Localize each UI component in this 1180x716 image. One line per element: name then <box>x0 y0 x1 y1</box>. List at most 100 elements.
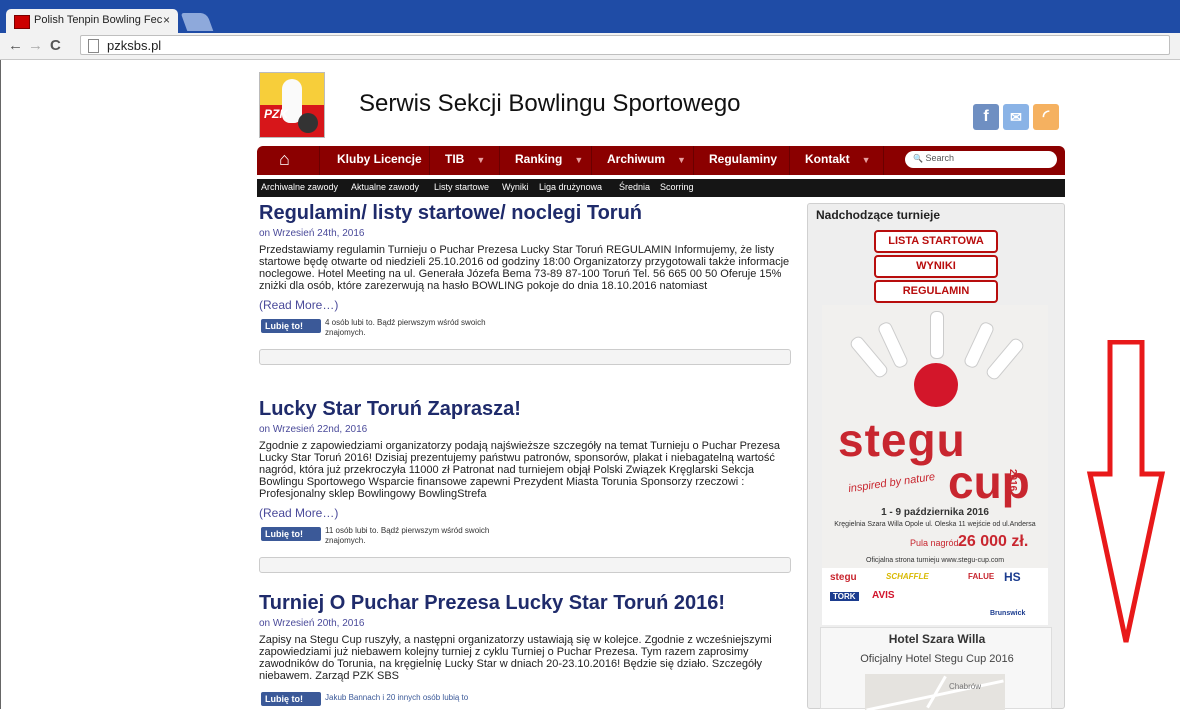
search-input[interactable]: 🔍 Search <box>905 151 1057 168</box>
menu-label: TIB <box>445 152 465 166</box>
facebook-like-button[interactable]: Lubię to! <box>261 692 321 706</box>
bowling-pin-icon <box>962 320 996 370</box>
browser-tab-bar: Polish Tenpin Bowling Fec × <box>0 0 1180 33</box>
favicon-icon <box>14 15 30 29</box>
blog-post: Turniej O Puchar Prezesa Lucky Star Toru… <box>259 592 791 716</box>
poster-dates: 1 - 9 października 2016 <box>881 507 989 518</box>
page-icon <box>88 39 99 53</box>
lista-startowa-button[interactable]: LISTA STARTOWA <box>874 230 998 253</box>
sidebar-upcoming-tournaments: Nadchodzące turnieje LISTA STARTOWA WYNI… <box>807 203 1065 712</box>
search-placeholder: Search <box>925 153 955 163</box>
sponsor-logo: FALUE <box>968 572 995 581</box>
forward-arrow-icon[interactable]: → <box>28 37 43 54</box>
chevron-down-icon: ▼ <box>677 155 686 165</box>
sponsor-logos: stegu SCHAFFLE FALUE HS TORK AVIS Brunsw… <box>822 568 1048 625</box>
menu-item-tib[interactable]: TIB ▼ <box>445 152 485 166</box>
like-row: Lubię to! 4 osób lubi to. Bądź pierwszym… <box>259 317 791 343</box>
menu-label: Regulaminy <box>709 152 778 166</box>
submenu-item[interactable]: Wyniki <box>502 182 528 192</box>
bowling-ball-icon <box>914 363 958 407</box>
like-count-text: 11 osób lubi to. Bądź pierwszym wśród sw… <box>325 526 490 545</box>
hotel-map[interactable]: Chabrów <box>865 674 1005 712</box>
sponsor-logo: Brunswick <box>990 610 1026 617</box>
facebook-like-button[interactable]: Lubię to! <box>261 527 321 541</box>
url-text: pzksbs.pl <box>107 38 162 53</box>
like-label: Lubię to! <box>265 321 303 331</box>
menu-label: Kluby Licencje <box>337 152 422 166</box>
menu-label: Kontakt <box>805 152 850 166</box>
sponsor-logo: AVIS <box>872 590 895 601</box>
post-title[interactable]: Lucky Star Toruń Zaprasza! <box>259 398 791 421</box>
menu-item-kluby-licencje[interactable]: Kluby Licencje <box>337 152 422 166</box>
back-arrow-icon[interactable]: ← <box>8 37 23 54</box>
poster-year: 2016 <box>1007 469 1018 492</box>
down-arrow-icon <box>1086 340 1166 643</box>
sidebar-heading: Nadchodzące turnieje <box>816 208 941 222</box>
menu-label: Ranking <box>515 152 563 166</box>
tab-title: Polish Tenpin Bowling Fec <box>34 14 163 26</box>
post-title[interactable]: Turniej O Puchar Prezesa Lucky Star Toru… <box>259 592 791 615</box>
poster-prize-label: Pula nagród <box>910 538 959 548</box>
wyniki-button[interactable]: WYNIKI <box>874 255 998 278</box>
menu-item-kontakt[interactable]: Kontakt ▼ <box>805 152 871 166</box>
submenu-item[interactable]: Średnia <box>619 182 650 192</box>
home-icon[interactable]: ⌂ <box>279 149 290 170</box>
menu-item-regulaminy[interactable]: Regulaminy <box>709 152 777 166</box>
post-date: on Wrzesień 24th, 2016 <box>259 228 365 239</box>
map-label: Chabrów <box>949 682 982 691</box>
chevron-down-icon: ▼ <box>861 155 871 165</box>
sponsor-logo: SCHAFFLE <box>886 572 929 581</box>
post-date: on Wrzesień 22nd, 2016 <box>259 424 368 435</box>
blog-post: Lucky Star Toruń Zaprasza! on Wrzesień 2… <box>259 398 791 573</box>
rss-icon[interactable]: ◜ <box>1033 104 1059 130</box>
bowling-ball-icon <box>298 113 318 133</box>
hotel-title: Hotel Szara Willa <box>888 632 986 646</box>
main-menu: ⌂ Kluby Licencje TIB ▼ Ranking ▼ Archiwum ▼… <box>257 146 1065 175</box>
url-input[interactable]: pzksbs.pl <box>80 35 1170 55</box>
submenu-item[interactable]: Scorring <box>660 182 694 192</box>
sponsor-logo: stegu <box>830 572 857 583</box>
post-title[interactable]: Regulamin/ listy startowe/ noclegi Toruń <box>259 202 791 225</box>
sponsor-logo: HS <box>1004 570 1021 584</box>
email-icon[interactable]: ✉ <box>1003 104 1029 130</box>
bowling-pin-icon <box>984 336 1026 382</box>
comment-bar[interactable] <box>259 557 791 573</box>
reload-icon[interactable]: C <box>50 37 61 54</box>
stegu-cup-poster[interactable]: stegu inspired by nature cup 2016 1 - 9 … <box>822 305 1048 625</box>
sub-menu: Archiwalne zawody Aktualne zawody Listy … <box>257 179 1065 197</box>
search-icon: 🔍 <box>913 154 923 163</box>
menu-item-ranking[interactable]: Ranking ▼ <box>515 152 583 166</box>
web-page: PZK Serwis Sekcji Bowlingu Sportowego f … <box>0 60 1180 712</box>
close-icon[interactable]: × <box>163 13 170 27</box>
browser-tab[interactable]: Polish Tenpin Bowling Fec × <box>6 9 178 33</box>
blog-post: Regulamin/ listy startowe/ noclegi Toruń… <box>259 202 791 365</box>
hotel-subtitle: Oficjalny Hotel Stegu Cup 2016 <box>860 653 1014 665</box>
submenu-item[interactable]: Liga drużynowa <box>539 182 602 192</box>
poster-site: Oficjalna strona turnieju www.stegu-cup.… <box>865 557 1005 564</box>
site-title: Serwis Sekcji Bowlingu Sportowego <box>359 90 741 117</box>
facebook-like-button[interactable]: Lubię to! <box>261 319 321 333</box>
new-tab-button[interactable] <box>180 13 214 31</box>
like-label: Lubię to! <box>265 529 303 539</box>
post-body: Zgodnie z zapowiedziami organizatorzy po… <box>259 440 780 500</box>
chevron-down-icon: ▼ <box>574 155 584 165</box>
read-more-link[interactable]: (Read More…) <box>259 298 791 312</box>
regulamin-button[interactable]: REGULAMIN <box>874 280 998 303</box>
poster-prize-amount: 26 000 zł. <box>958 533 1029 550</box>
like-label: Lubię to! <box>265 694 303 704</box>
submenu-item[interactable]: Listy startowe <box>434 182 489 192</box>
menu-item-archiwum[interactable]: Archiwum ▼ <box>607 152 686 166</box>
post-body: Zapisy na Stegu Cup ruszyły, a następni … <box>259 634 772 682</box>
logo-text: PZK <box>264 107 288 121</box>
post-body: Przedstawiamy regulamin Turnieju o Pucha… <box>259 244 790 292</box>
comment-bar[interactable] <box>259 349 791 365</box>
read-more-link[interactable]: (Read More…) <box>259 506 791 520</box>
sponsor-logo: TORK <box>830 592 859 601</box>
bowling-pin-icon <box>930 311 944 359</box>
address-toolbar: ← → C pzksbs.pl <box>0 33 1180 60</box>
submenu-item[interactable]: Archiwalne zawody <box>261 182 338 192</box>
facebook-icon[interactable]: f <box>973 104 999 130</box>
site-logo[interactable]: PZK <box>259 72 325 138</box>
like-row: Lubię to! 11 osób lubi to. Bądź pierwszy… <box>259 525 791 551</box>
submenu-item[interactable]: Aktualne zawody <box>351 182 419 192</box>
